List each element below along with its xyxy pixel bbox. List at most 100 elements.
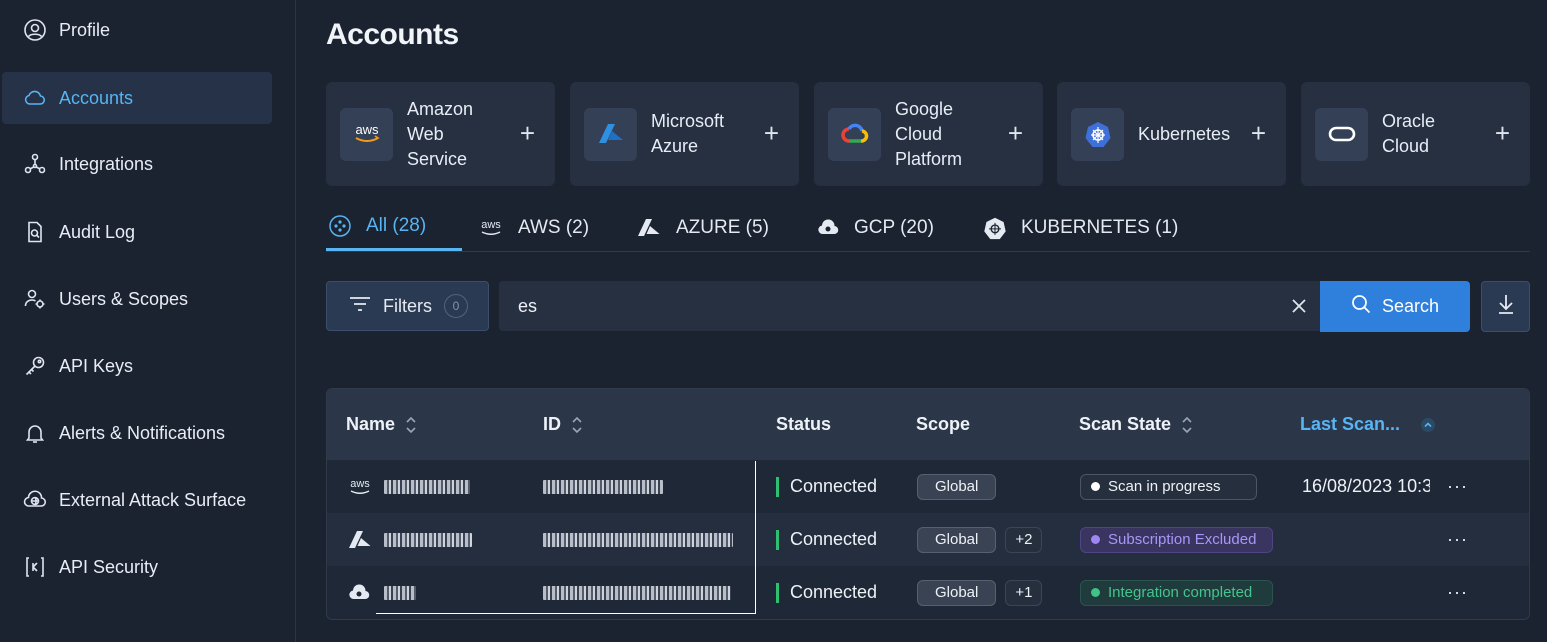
tab-label: AWS (2): [518, 216, 590, 238]
filters-button[interactable]: Filters 0: [326, 281, 489, 331]
sort-icon[interactable]: [405, 416, 417, 434]
scan-state-badge: Scan in progress: [1080, 473, 1257, 500]
tab-kubernetes[interactable]: KUBERNETES (1): [983, 204, 1178, 251]
provider-card-aws[interactable]: aws Amazon Web Service +: [326, 82, 555, 186]
download-button[interactable]: [1481, 281, 1530, 332]
scan-state-badge: Integration completed: [1080, 579, 1273, 606]
tab-azure[interactable]: AZURE (5): [636, 204, 769, 251]
scan-state-label: Integration completed: [1108, 584, 1253, 601]
sidebar-item-label: Alerts & Notifications: [59, 422, 226, 443]
table-row[interactable]: Connected Global +1 Integration completed…: [327, 566, 1529, 619]
provider-cards: aws Amazon Web Service + Microsoft Azure…: [326, 82, 1530, 186]
status-text: Connected: [790, 582, 878, 602]
plus-icon[interactable]: +: [1008, 120, 1023, 146]
azure-logo-icon: [347, 513, 373, 566]
svg-text:aws: aws: [355, 122, 379, 137]
status-indicator: [776, 476, 779, 497]
provider-name: Oracle Cloud: [1382, 111, 1436, 156]
provider-name: Amazon Web Service: [407, 98, 474, 169]
column-header-name[interactable]: Name: [346, 414, 417, 435]
scope-more-badge[interactable]: +2: [1005, 526, 1043, 553]
row-actions-button[interactable]: ···: [1447, 460, 1468, 513]
status-text: Connected: [790, 529, 878, 549]
provider-name: Microsoft Azure: [651, 111, 725, 156]
search-button[interactable]: Search: [1320, 281, 1470, 332]
provider-card-gcp[interactable]: Google Cloud Platform +: [814, 82, 1043, 186]
status-dot: [1091, 535, 1100, 544]
sidebar-item-label: Integrations: [59, 153, 154, 174]
column-label: ID: [543, 414, 561, 434]
scope-badge: Global: [917, 526, 997, 553]
sidebar-item-api-keys[interactable]: API Keys: [2, 340, 272, 392]
column-header-scan-state[interactable]: Scan State: [1079, 414, 1193, 435]
tab-aws[interactable]: aws AWS (2): [478, 204, 589, 251]
provider-card-kubernetes[interactable]: Kubernetes +: [1057, 82, 1286, 186]
sidebar-item-label: API Security: [59, 556, 159, 577]
account-id-redacted: [543, 513, 733, 566]
plus-icon[interactable]: +: [520, 120, 535, 146]
scope-cell: Global +2: [917, 513, 1043, 566]
search-field[interactable]: [499, 281, 1321, 331]
sidebar-item-label: Users & Scopes: [59, 288, 189, 309]
gcp-logo-icon: [347, 566, 371, 619]
sort-ascending-icon[interactable]: [1420, 417, 1436, 433]
gcp-logo-icon: [816, 218, 840, 238]
sort-icon[interactable]: [571, 416, 583, 434]
table-row[interactable]: aws Connected Global Scan in progress 16…: [327, 460, 1529, 513]
tab-label: All (28): [366, 215, 427, 236]
sidebar-item-audit-log[interactable]: Audit Log: [2, 206, 272, 258]
provider-tabs: All (28) aws AWS (2) AZURE (5) GCP (20) …: [326, 204, 1530, 252]
search-button-label: Search: [1381, 296, 1440, 316]
column-header-id[interactable]: ID: [543, 414, 583, 435]
sidebar-item-label: External Attack Surface: [59, 489, 247, 510]
scope-more-badge[interactable]: +1: [1005, 579, 1043, 606]
tab-gcp[interactable]: GCP (20): [816, 204, 934, 251]
tab-label: GCP (20): [854, 216, 934, 238]
plus-icon[interactable]: +: [764, 120, 779, 146]
last-scan-cell: 16/08/2023 10:39: [1302, 460, 1430, 513]
key-icon: [22, 353, 48, 379]
table-header: Name ID Status Scope Scan State Last Sca…: [327, 389, 1529, 460]
sidebar-item-profile[interactable]: Profile: [2, 4, 272, 56]
sidebar-item-alerts[interactable]: Alerts & Notifications: [2, 407, 272, 459]
account-name-redacted: [384, 513, 472, 566]
row-actions-button[interactable]: ···: [1447, 566, 1468, 619]
sidebar-item-users-scopes[interactable]: Users & Scopes: [2, 273, 272, 325]
integrations-icon: [22, 151, 48, 177]
scope-badge: Global: [917, 473, 997, 500]
status-dot: [1091, 588, 1100, 597]
audit-log-icon: [22, 219, 48, 245]
column-header-last-scan[interactable]: Last Scan...: [1300, 414, 1436, 435]
sidebar-item-api-security[interactable]: API Security: [2, 541, 272, 593]
sidebar-item-label: Profile: [59, 19, 111, 40]
sidebar-item-label: API Keys: [59, 355, 134, 376]
globe-cloud-icon: [22, 487, 48, 513]
sidebar-item-integrations[interactable]: Integrations: [2, 138, 272, 190]
status-dot: [1091, 482, 1100, 491]
aws-logo-icon: aws: [347, 460, 373, 513]
scan-state-label: Scan in progress: [1108, 478, 1221, 495]
sort-icon[interactable]: [1181, 416, 1193, 434]
table-row[interactable]: Connected Global +2 Subscription Excluded…: [327, 513, 1529, 566]
account-id-redacted: [543, 460, 663, 513]
column-label: Last Scan...: [1300, 414, 1401, 434]
accounts-table: Name ID Status Scope Scan State Last Sca…: [326, 388, 1530, 620]
sidebar-item-external-attack-surface[interactable]: External Attack Surface: [2, 474, 272, 526]
kubernetes-logo-icon: [983, 216, 1007, 240]
sidebar-item-accounts[interactable]: Accounts: [2, 72, 272, 124]
scan-state-cell: Integration completed: [1080, 566, 1273, 619]
column-label: Scan State: [1079, 414, 1172, 434]
provider-card-azure[interactable]: Microsoft Azure +: [570, 82, 799, 186]
download-icon: [1496, 293, 1516, 320]
search-input[interactable]: [518, 295, 1278, 317]
tab-label: AZURE (5): [676, 216, 769, 238]
plus-icon[interactable]: +: [1251, 120, 1266, 146]
user-circle-icon: [22, 17, 48, 43]
kubernetes-logo-icon: [1071, 107, 1124, 161]
column-header-scope: Scope: [916, 414, 970, 435]
plus-icon[interactable]: +: [1495, 120, 1510, 146]
tab-all[interactable]: All (28): [326, 204, 462, 251]
clear-search-icon[interactable]: [1287, 294, 1311, 318]
provider-card-oracle[interactable]: Oracle Cloud +: [1301, 82, 1530, 186]
row-actions-button[interactable]: ···: [1447, 513, 1468, 566]
